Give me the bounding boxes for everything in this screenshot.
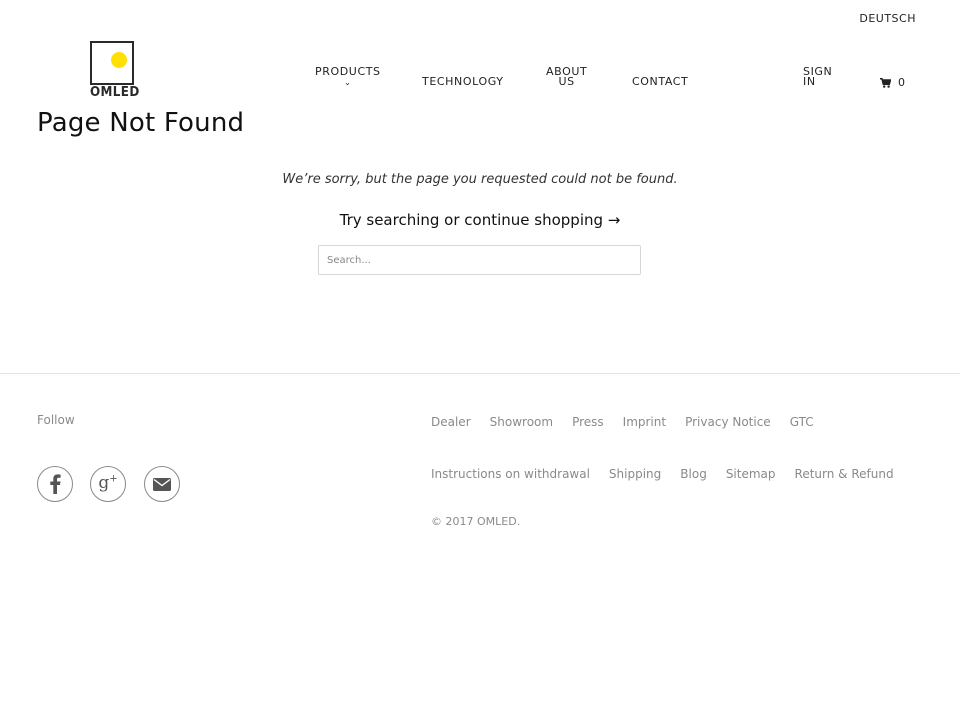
footer-link-dealer[interactable]: Dealer [431, 415, 471, 429]
footer-link-privacy-notice[interactable]: Privacy Notice [685, 415, 771, 429]
footer-links-row1: Dealer Showroom Press Imprint Privacy No… [431, 415, 814, 429]
copyright-prefix: © 2017 [431, 515, 477, 528]
search-prompt-text: Try searching or [339, 211, 465, 229]
copyright-suffix: . [516, 515, 521, 528]
footer-link-showroom[interactable]: Showroom [490, 415, 553, 429]
nav-about-us[interactable]: ABOUT US [546, 66, 587, 88]
google-plus-icon: g+ [98, 473, 118, 493]
email-link[interactable] [144, 466, 180, 502]
logo-text: OMLED [90, 85, 140, 100]
cart-link[interactable]: 0 [880, 76, 905, 89]
nav-products[interactable]: PRODUCTS ⌄ [315, 65, 381, 87]
not-found-message: We’re sorry, but the page you requested … [282, 172, 678, 187]
facebook-link[interactable] [37, 466, 73, 502]
footer-divider [0, 373, 960, 374]
cart-count: 0 [898, 76, 905, 89]
page-title: Page Not Found [37, 108, 245, 138]
nav-technology[interactable]: TECHNOLOGY [422, 76, 504, 87]
follow-label: Follow [37, 413, 75, 427]
footer-link-withdrawal[interactable]: Instructions on withdrawal [431, 467, 590, 481]
search-input[interactable] [318, 245, 641, 275]
continue-shopping-link[interactable]: continue shopping → [464, 211, 620, 229]
footer-link-sitemap[interactable]: Sitemap [726, 467, 776, 481]
copyright: © 2017 OMLED. [431, 515, 520, 528]
nav-products-label: PRODUCTS [315, 65, 381, 78]
footer-link-blog[interactable]: Blog [680, 467, 707, 481]
footer-links-row2: Instructions on withdrawal Shipping Blog… [431, 467, 894, 481]
logo-dot [111, 52, 127, 68]
nav-contact[interactable]: CONTACT [632, 76, 688, 87]
google-plus-link[interactable]: g+ [90, 466, 126, 502]
copyright-brand-link[interactable]: OMLED [477, 515, 517, 528]
nav-signin-line2: IN [803, 75, 816, 88]
nav-about-line2: US [558, 75, 575, 88]
facebook-icon [50, 474, 61, 494]
cart-icon [880, 77, 891, 88]
mail-icon [153, 477, 171, 491]
footer-link-shipping[interactable]: Shipping [609, 467, 661, 481]
logo-square [90, 41, 134, 85]
footer-link-return-refund[interactable]: Return & Refund [795, 467, 894, 481]
omled-logo[interactable]: OMLED [90, 41, 140, 100]
footer-link-imprint[interactable]: Imprint [623, 415, 666, 429]
language-switch-link[interactable]: DEUTSCH [859, 12, 916, 25]
footer-link-gtc[interactable]: GTC [790, 415, 814, 429]
nav-sign-in[interactable]: SIGN IN [803, 66, 832, 88]
chevron-down-icon: ⌄ [344, 78, 352, 87]
footer-link-press[interactable]: Press [572, 415, 604, 429]
search-prompt: Try searching or continue shopping → [0, 211, 960, 229]
